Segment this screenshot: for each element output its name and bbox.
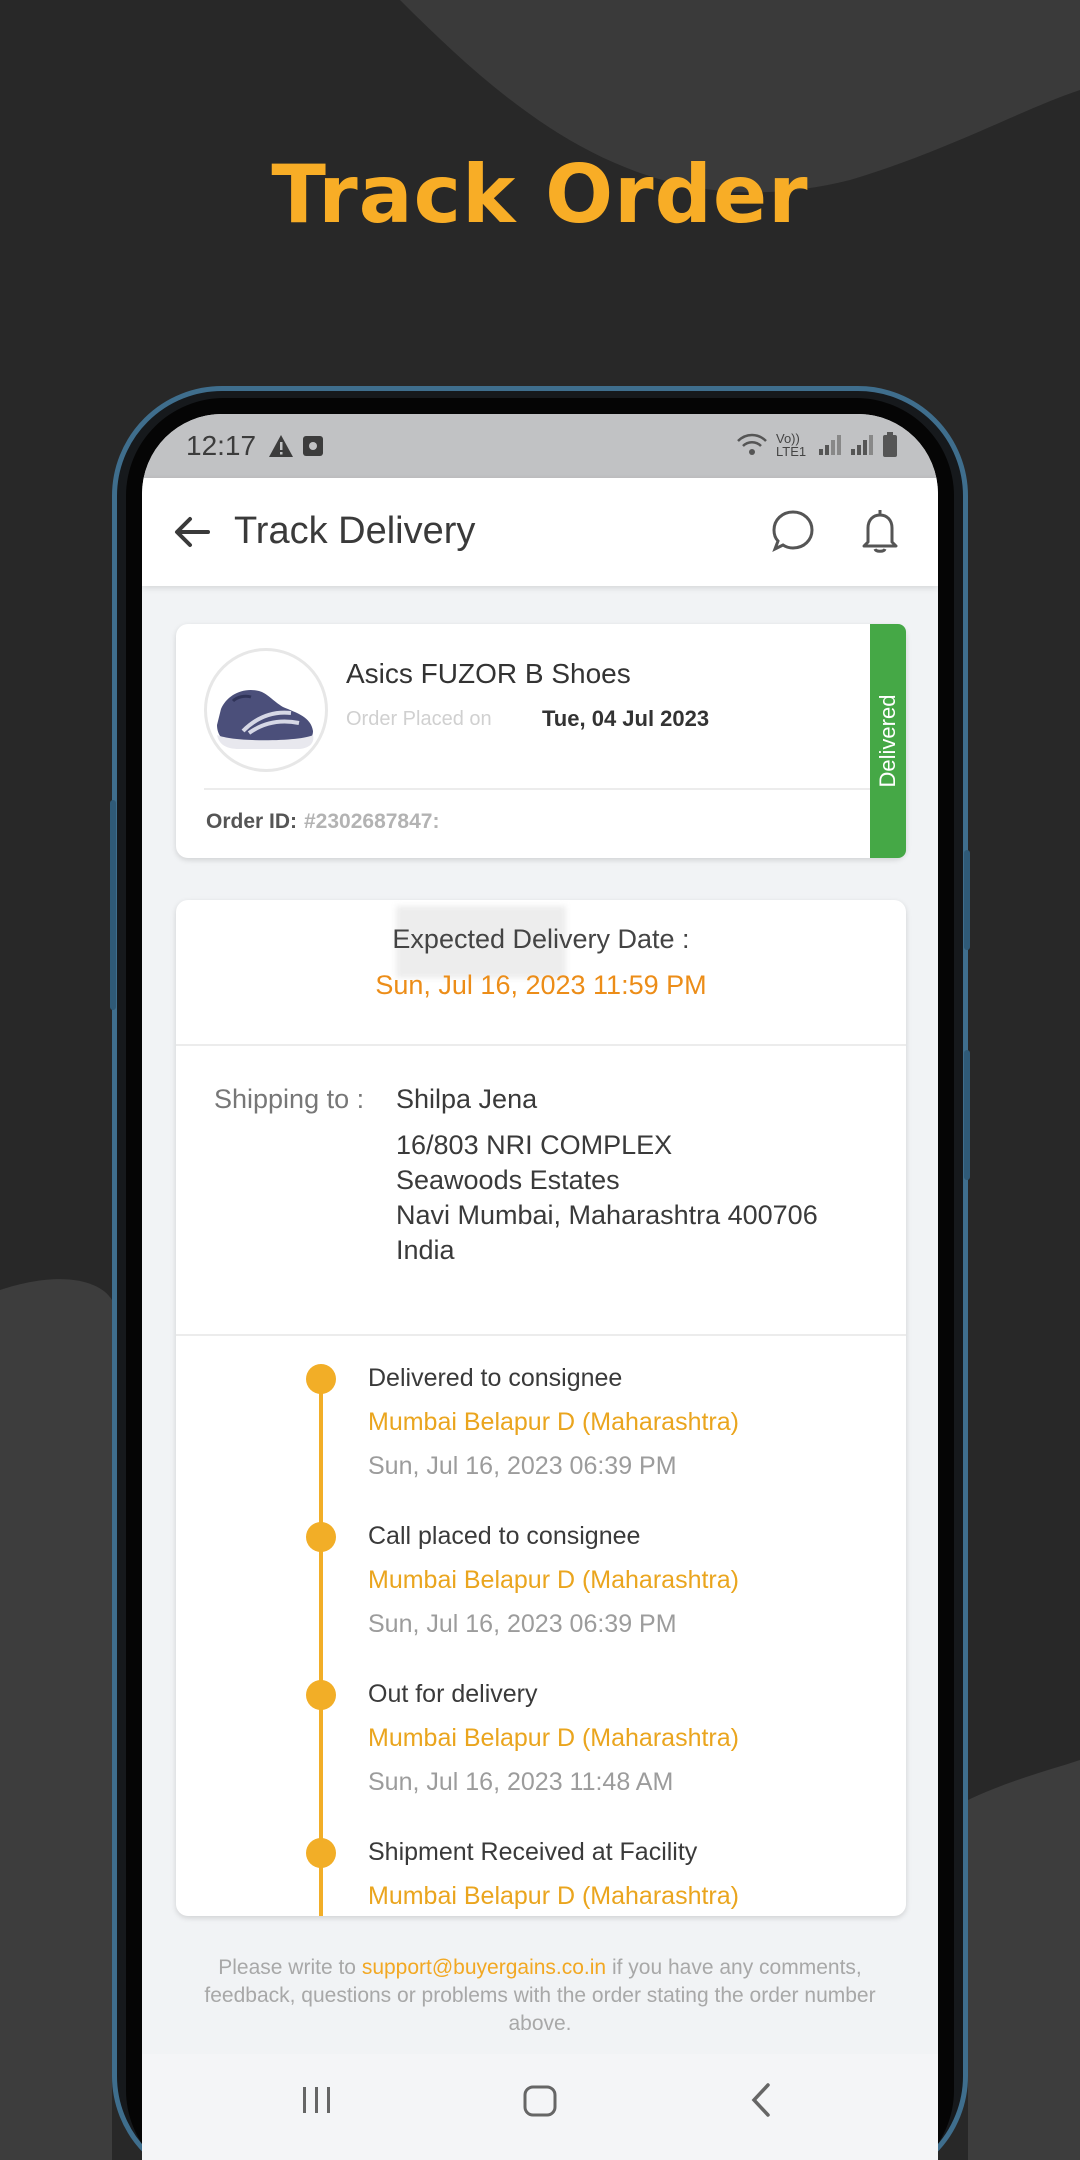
timeline-line: [319, 1378, 323, 1916]
divider: [176, 1334, 906, 1336]
home-icon[interactable]: [522, 2084, 558, 2118]
phone-side-button: [110, 800, 116, 1010]
event-time: Sun, Jul 16, 2023 06:39 PM: [368, 1610, 677, 1638]
order-id-label: Order ID:: [206, 810, 298, 833]
event-location: Mumbai Belapur D (Maharashtra): [368, 1408, 739, 1436]
expected-delivery-label: Expected Delivery Date :: [392, 924, 690, 954]
event-title: Out for delivery: [368, 1680, 538, 1708]
support-note: Please write to support@buyergains.co.in…: [182, 1954, 898, 2038]
timeline-dot: [306, 1364, 336, 1394]
address-line: 16/803 NRI COMPLEX: [396, 1130, 673, 1160]
wifi-icon: [737, 433, 767, 455]
event-time: Sun, Jul 16, 2023 06:39 PM: [368, 1452, 677, 1480]
event-location: Mumbai Belapur D (Maharashtra): [368, 1724, 739, 1752]
phone-side-button: [964, 1050, 970, 1180]
status-bar: 12:17 Vo)) LTE1: [142, 414, 938, 478]
phone-side-button: [964, 850, 970, 950]
notification-icons: [268, 434, 324, 458]
event-title: Shipment Received at Facility: [368, 1838, 698, 1866]
system-nav-bar: [142, 2054, 938, 2160]
status-time: 12:17: [186, 430, 257, 461]
signal-icon: [851, 435, 873, 455]
shipping-to-label: Shipping to :: [214, 1084, 365, 1114]
order-summary-card[interactable]: Asics FUZOR B Shoes Order Placed on Tue,…: [176, 624, 906, 858]
event-time: Sun, Jul 16, 2023 11:48 AM: [368, 1768, 674, 1796]
promo-title: Track Order: [271, 148, 809, 241]
recipient-name: Shilpa Jena: [396, 1084, 538, 1114]
support-note-prefix: Please write to: [218, 1956, 356, 1979]
timeline-dot: [306, 1680, 336, 1710]
product-name: Asics FUZOR B Shoes: [346, 658, 631, 689]
network-type-label: Vo)) LTE1: [776, 431, 807, 459]
nav-back-icon[interactable]: [748, 2082, 774, 2118]
product-image: [204, 648, 328, 772]
delivery-details-card: Expected Delivery Date : Sun, Jul 16, 20…: [176, 900, 906, 1916]
app-bar: Track Delivery: [142, 478, 938, 586]
app-notification-icon: [303, 436, 323, 456]
divider: [204, 788, 870, 790]
expected-delivery-date: Sun, Jul 16, 2023 11:59 PM: [375, 970, 707, 1000]
support-email-link[interactable]: support@buyergains.co.in: [362, 1956, 606, 1979]
page-title: Track Delivery: [234, 510, 476, 552]
event-location: Mumbai Belapur D (Maharashtra): [368, 1566, 739, 1594]
timeline-dot: [306, 1522, 336, 1552]
order-placed-date: Tue, 04 Jul 2023: [542, 706, 710, 731]
phone-screen: 12:17 Vo)) LTE1 Track Delivery Asics FUZ…: [142, 414, 938, 2160]
event-title: Delivered to consignee: [368, 1364, 623, 1392]
system-icons: Vo)) LTE1: [736, 432, 898, 458]
event-title: Call placed to consignee: [368, 1522, 641, 1550]
status-badge-label: Delivered: [875, 694, 900, 788]
timeline-dot: [306, 1838, 336, 1868]
event-location: Mumbai Belapur D (Maharashtra): [368, 1882, 739, 1910]
address-line: Seawoods Estates: [396, 1165, 620, 1195]
order-placed-label: Order Placed on: [346, 708, 492, 730]
signal-icon: [819, 435, 841, 455]
recent-apps-icon[interactable]: [300, 2084, 334, 2116]
back-arrow-icon[interactable]: [172, 514, 212, 550]
shoe-icon: [217, 689, 314, 749]
warning-icon: [269, 435, 293, 457]
divider: [176, 1044, 906, 1046]
bell-icon[interactable]: [858, 506, 902, 554]
battery-icon: [883, 432, 897, 457]
order-id-value: #2302687847:: [304, 810, 440, 833]
chat-bubble-icon[interactable]: [770, 508, 816, 554]
status-badge: Delivered: [870, 624, 906, 858]
address-line: India: [396, 1235, 455, 1265]
address-line: Navi Mumbai, Maharashtra 400706: [396, 1200, 818, 1230]
